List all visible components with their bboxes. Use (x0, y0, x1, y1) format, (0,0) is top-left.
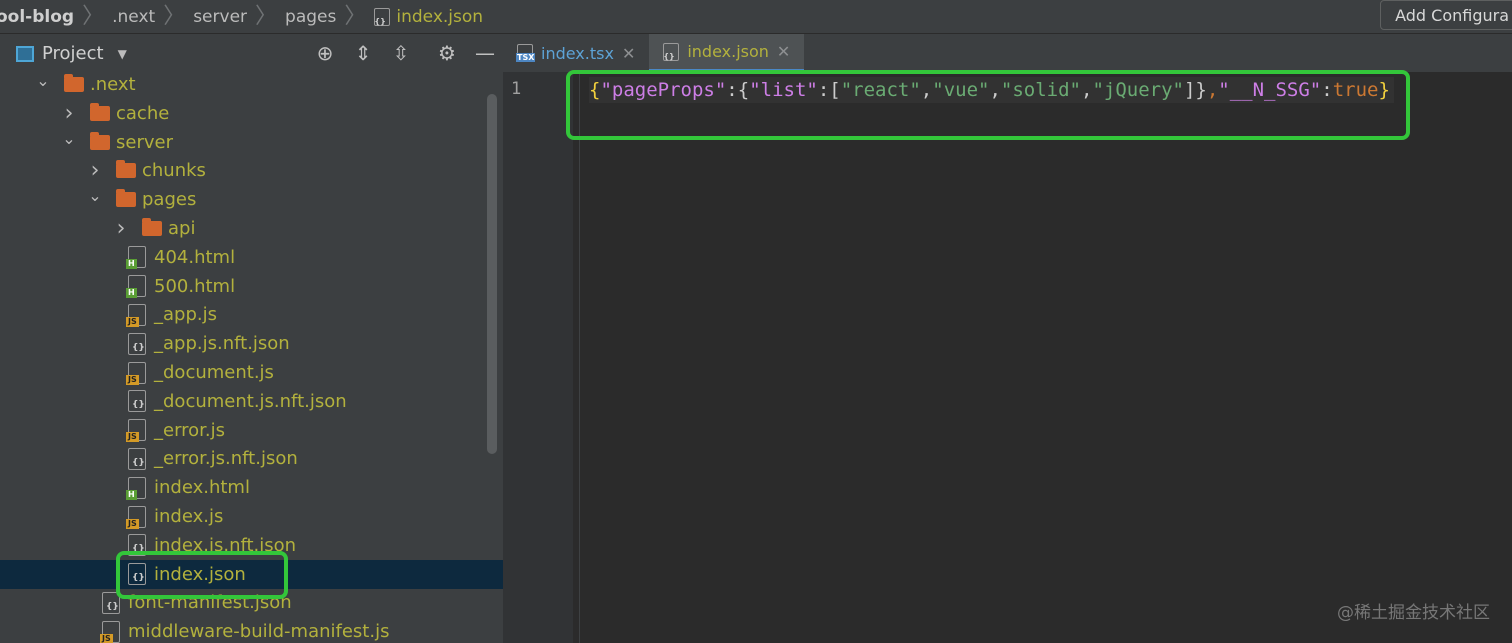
tree-item[interactable]: ⌄ .next (0, 70, 503, 99)
chevron-down-icon[interactable]: ⌄ (36, 71, 50, 90)
js-file-icon: JS (126, 505, 146, 529)
expand-all-icon[interactable]: ⇕ (352, 42, 374, 64)
json-file-icon: {} (374, 7, 391, 26)
chevron-right-icon[interactable]: › (114, 216, 128, 241)
bin-file-icon: JS (100, 620, 120, 643)
tree-item-label: chunks (142, 160, 206, 182)
chevron-right-icon[interactable]: › (62, 101, 76, 126)
breadcrumb-current-label: index.json (396, 6, 484, 27)
tree-item-label: .next (90, 74, 136, 95)
tree-item[interactable]: JS _app.js (0, 300, 503, 329)
line-gutter: 1 (503, 72, 573, 643)
tree-scrollbar[interactable] (487, 94, 497, 454)
project-panel-header: Project ▼ ⊕ ⇕ ⇳ ⚙ — (0, 34, 503, 72)
breadcrumb-pages[interactable]: pages (279, 0, 342, 34)
js-file-icon: JS (126, 361, 146, 385)
json-file-icon: {} (663, 42, 680, 61)
tree-item[interactable]: ⌄ pages (0, 185, 503, 214)
locate-icon[interactable]: ⊕ (314, 42, 336, 64)
tree-item[interactable]: {} _app.js.nft.json (0, 329, 503, 358)
tree-item-label: server (116, 131, 173, 153)
chevron-down-icon: ▼ (117, 46, 127, 61)
tree-item-label: 404.html (154, 246, 236, 268)
tree-item-label: cache (116, 102, 170, 124)
editor-tab-bar: TSX index.tsx ✕ {} index.json ✕ (503, 34, 1512, 72)
breadcrumb-separator-icon: 〉 (82, 3, 105, 29)
tree-item[interactable]: {} _error.js.nft.json (0, 444, 503, 473)
code-highlight-box (566, 70, 1410, 140)
chevron-right-icon[interactable]: › (88, 158, 102, 183)
json-file-icon: {} (128, 447, 146, 470)
breadcrumb-separator-icon: 〉 (255, 3, 278, 29)
tab-label: index.json (687, 42, 769, 61)
tab-index-json[interactable]: {} index.json ✕ (649, 34, 805, 72)
close-icon[interactable]: ✕ (622, 44, 635, 63)
tree-item-label: _document.js (154, 362, 274, 383)
gear-icon[interactable]: ⚙ (436, 42, 458, 64)
file-highlight-box (116, 551, 288, 599)
tree-item-label: api (168, 218, 196, 239)
folder-icon (142, 218, 162, 236)
tree-item[interactable]: › cache (0, 99, 503, 128)
folder-icon (116, 189, 136, 208)
tree-item-label: _document.js.nft.json (154, 390, 347, 412)
tree-item[interactable]: JS index.js (0, 502, 503, 531)
breadcrumb-next[interactable]: .next (106, 0, 161, 34)
html-file-icon: H (126, 246, 146, 270)
breadcrumb-server[interactable]: server (187, 0, 253, 34)
tree-item-label: middleware-build-manifest.js (128, 621, 390, 643)
tab-index-tsx[interactable]: TSX index.tsx ✕ (503, 34, 649, 72)
chevron-down-icon[interactable]: ⌄ (62, 129, 76, 148)
tree-item[interactable]: Hindex.html (0, 473, 503, 502)
json-file-icon: {} (128, 332, 146, 355)
tree-item-label: pages (142, 189, 197, 211)
tree-item[interactable]: H 404.html (0, 243, 503, 272)
breadcrumb-current-file[interactable]: {} index.json (368, 0, 489, 34)
tree-item[interactable]: › api (0, 214, 503, 243)
html-file-icon: H (126, 275, 146, 299)
project-view-selector[interactable]: Project ▼ (16, 43, 127, 64)
tree-item-label: _app.js (154, 304, 217, 326)
json-file-icon: {} (128, 390, 146, 413)
folder-icon (90, 102, 110, 121)
chevron-down-icon[interactable]: ⌄ (88, 186, 102, 205)
folder-icon (64, 74, 84, 92)
collapse-all-icon[interactable]: ⇳ (390, 42, 412, 64)
project-panel-title: Project (42, 43, 104, 64)
folder-icon (116, 160, 136, 179)
tree-item-label: index.js (154, 506, 224, 527)
tab-label: index.tsx (541, 43, 614, 63)
line-number: 1 (511, 79, 522, 99)
tree-item-label: 500.html (154, 275, 236, 297)
breadcrumb-separator-icon: 〉 (344, 3, 367, 29)
fold-guide (579, 72, 580, 643)
tree-item[interactable]: JS _document.js (0, 358, 503, 387)
tree-item[interactable]: ⌄ server (0, 128, 503, 157)
code-editor[interactable]: 1 {"pageProps":{"list":["react","vue","s… (503, 72, 1512, 643)
tree-item[interactable]: JS _error.js (0, 416, 503, 445)
tree-item[interactable]: {} _document.js.nft.json (0, 387, 503, 416)
html-file-icon: H (126, 476, 146, 500)
js-file-icon: JS (126, 419, 146, 443)
close-icon[interactable]: ✕ (777, 42, 790, 61)
breadcrumb-project[interactable]: ool-blog (0, 0, 80, 34)
breadcrumb-separator-icon: 〉 (163, 3, 186, 29)
add-configuration-button[interactable]: Add Configura (1380, 0, 1512, 30)
tree-item-label: _error.js (154, 419, 226, 441)
tree-item-label: index.html (154, 477, 250, 499)
tree-item-label: _error.js.nft.json (154, 448, 298, 470)
tree-item-label: _app.js.nft.json (154, 333, 290, 355)
tsx-file-icon: TSX (516, 44, 536, 62)
tree-item[interactable]: JS middleware-build-manifest.js (0, 617, 503, 643)
navigation-bar: ool-blog 〉 .next 〉 server 〉 pages 〉 {} i… (0, 0, 1512, 34)
js-file-icon: JS (126, 303, 146, 327)
tree-item[interactable]: H 500.html (0, 272, 503, 301)
project-icon (16, 45, 34, 62)
tree-item[interactable]: › chunks (0, 156, 503, 185)
folder-icon (90, 131, 110, 150)
watermark: @稀土掘金技术社区 (1337, 603, 1490, 623)
minimize-icon[interactable]: — (474, 42, 496, 64)
